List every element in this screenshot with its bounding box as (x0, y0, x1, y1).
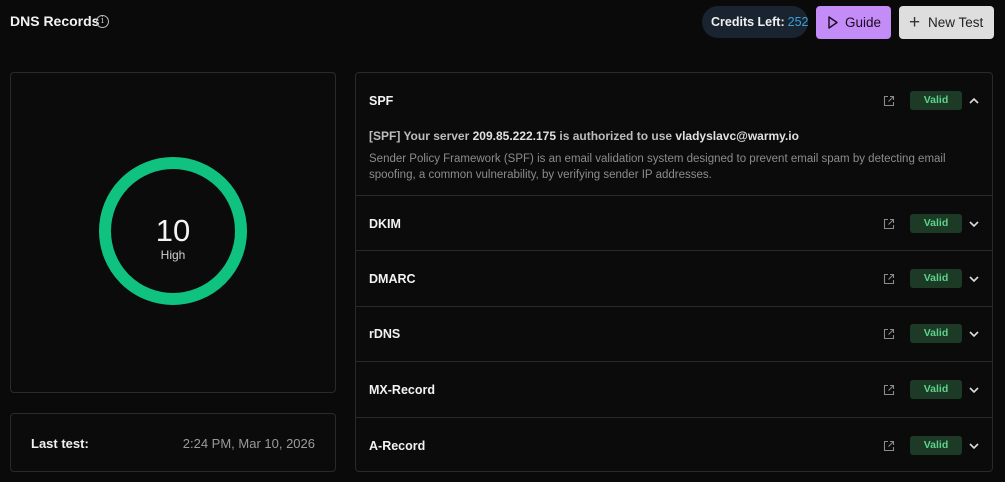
chevron-down-icon[interactable] (968, 384, 980, 396)
record-name: DMARC (369, 272, 416, 286)
status-badge: Valid (910, 91, 962, 110)
score-value: 10 (155, 213, 191, 248)
spf-detail-ip: 209.85.222.175 (472, 129, 557, 143)
chevron-down-icon[interactable] (968, 218, 980, 230)
status-badge: Valid (910, 214, 962, 233)
status-badge: Valid (910, 436, 962, 455)
record-row-spf[interactable]: SPF Valid [SPF] Your server 209.85.222.1… (356, 73, 992, 196)
play-icon (828, 16, 838, 29)
record-name: SPF (369, 94, 394, 108)
record-name: rDNS (369, 327, 401, 341)
external-link-icon[interactable] (883, 328, 895, 340)
chevron-down-icon[interactable] (968, 440, 980, 452)
record-row-mx[interactable]: MX-Record Valid (356, 362, 992, 418)
chevron-down-icon[interactable] (968, 273, 980, 285)
external-link-icon[interactable] (883, 384, 895, 396)
spf-description: Sender Policy Framework (SPF) is an emai… (369, 153, 946, 181)
credits-badge: Credits Left: 252 (702, 6, 808, 38)
score-level: High (160, 248, 186, 262)
spf-detail-title: [SPF] Your server 209.85.222.175 is auth… (369, 129, 799, 143)
dns-records-list: SPF Valid [SPF] Your server 209.85.222.1… (355, 72, 993, 472)
record-name: MX-Record (369, 383, 435, 397)
record-row-rdns[interactable]: rDNS Valid (356, 307, 992, 362)
chevron-down-icon[interactable] (968, 328, 980, 340)
chevron-up-icon[interactable] (968, 95, 980, 107)
spf-detail-email: vladyslavc@warmy.io (675, 129, 799, 143)
external-link-icon[interactable] (883, 218, 895, 230)
status-badge: Valid (910, 380, 962, 399)
status-badge: Valid (910, 269, 962, 288)
last-test-value: 2:24 PM, Mar 10, 2026 (182, 436, 315, 451)
external-link-icon[interactable] (883, 95, 895, 107)
record-row-dkim[interactable]: DKIM Valid (356, 196, 992, 251)
page-header: DNS Records i Credits Left: 252 Guide + N… (0, 0, 1005, 44)
score-card: 10 High (10, 72, 336, 393)
last-test-card: Last test: 2:24 PM, Mar 10, 2026 (10, 413, 336, 472)
credits-label: Credits Left: (711, 15, 785, 29)
info-icon[interactable]: i (96, 15, 109, 28)
spf-detail-mid: is authorized to use (559, 129, 673, 143)
external-link-icon[interactable] (883, 440, 895, 452)
record-name: A-Record (369, 439, 426, 453)
last-test-label: Last test: (31, 436, 89, 451)
new-test-button[interactable]: + New Test (899, 6, 994, 39)
new-test-label: New Test (928, 15, 984, 30)
guide-button[interactable]: Guide (816, 6, 891, 39)
record-name: DKIM (369, 217, 401, 231)
guide-label: Guide (845, 15, 882, 30)
external-link-icon[interactable] (883, 273, 895, 285)
record-row-a[interactable]: A-Record Valid (356, 418, 992, 471)
spf-detail-prefix: [SPF] Your server (369, 129, 470, 143)
plus-icon: + (909, 12, 921, 33)
status-badge: Valid (910, 324, 962, 343)
page-title: DNS Records (10, 13, 100, 29)
credits-value: 252 (787, 15, 809, 29)
record-row-dmarc[interactable]: DMARC Valid (356, 251, 992, 307)
